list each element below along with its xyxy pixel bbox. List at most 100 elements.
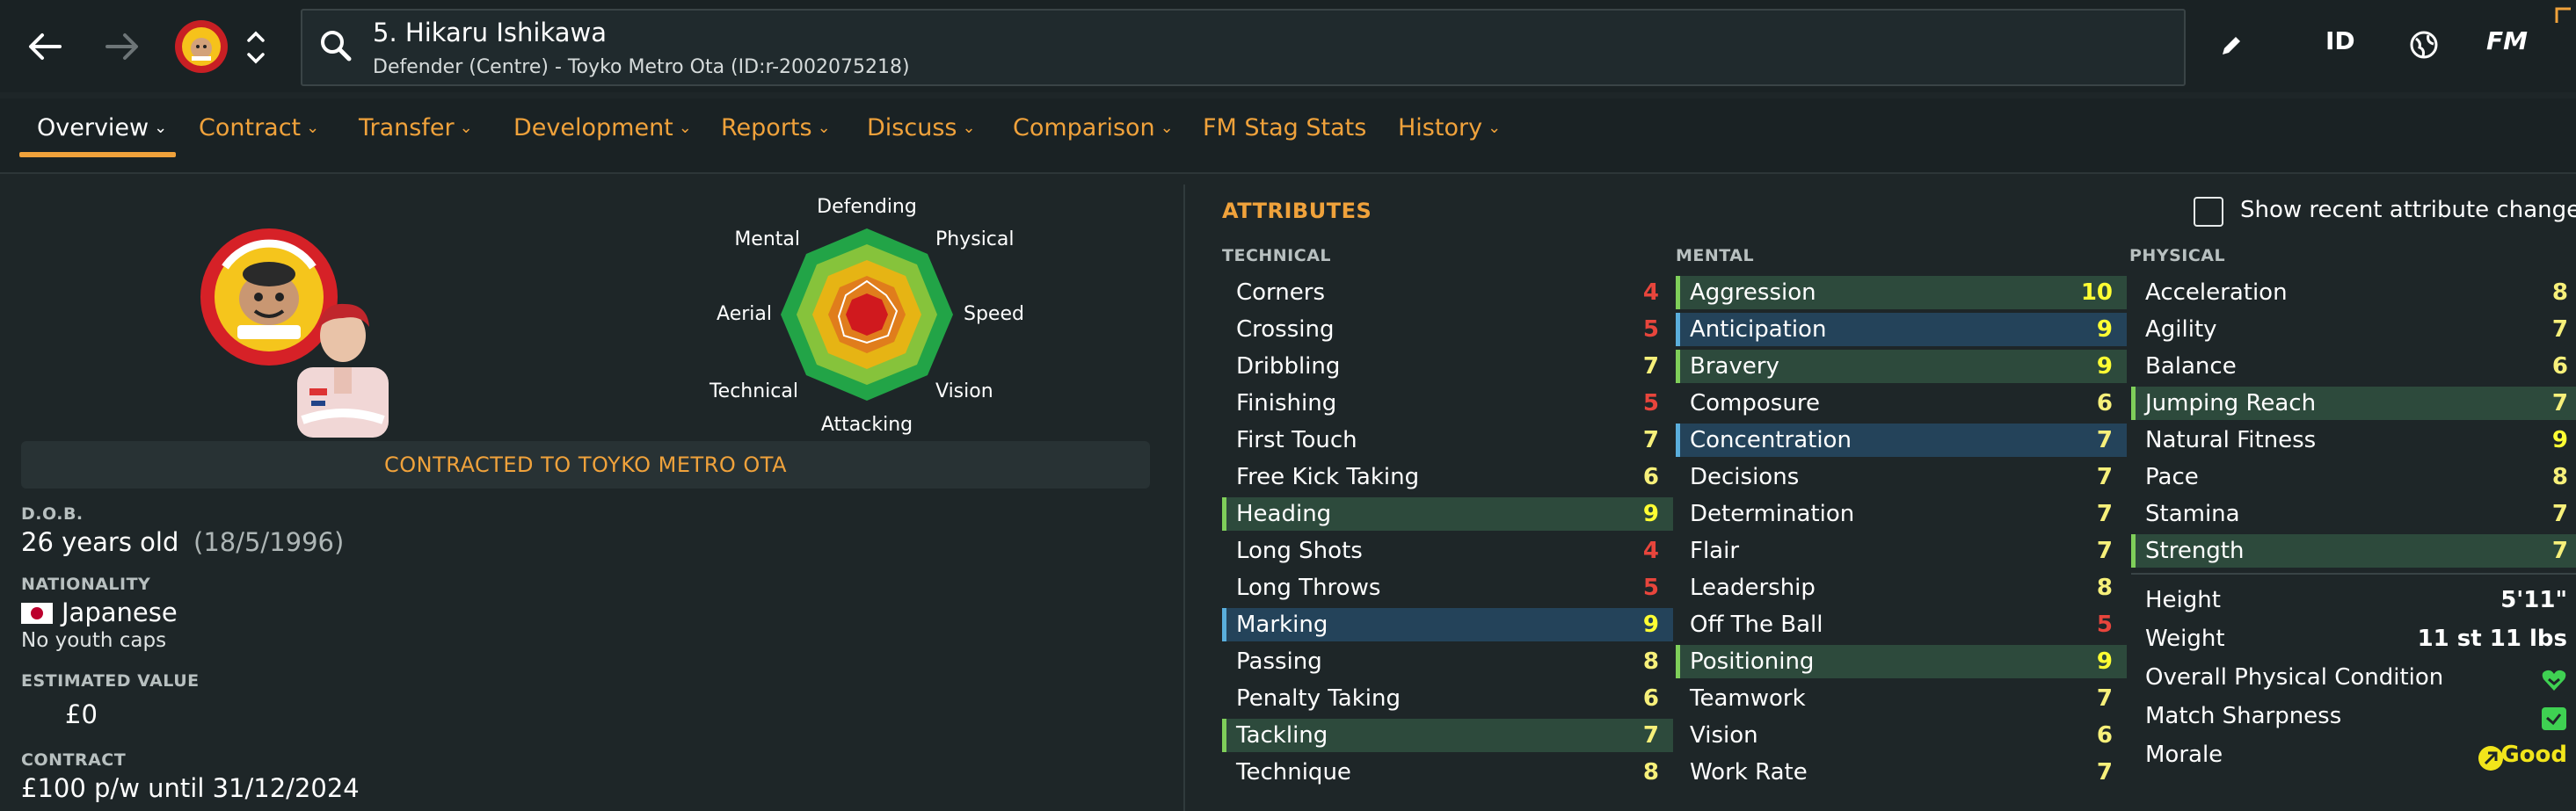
attribute-value: 6	[1642, 464, 1659, 490]
attribute-row-positioning[interactable]: Positioning 9	[1676, 645, 2127, 678]
club-badge-icon[interactable]	[174, 19, 229, 74]
tab-discuss[interactable]: Discuss ⌄	[867, 114, 976, 141]
attribute-name: Strength	[2145, 538, 2245, 564]
attribute-name: Technique	[1236, 759, 1351, 786]
weight-label: Weight	[2145, 626, 2225, 652]
attribute-row-agility[interactable]: Agility 7	[2131, 313, 2576, 346]
fm-menu-button[interactable]: FM	[2486, 26, 2528, 55]
attribute-row-bravery[interactable]: Bravery 9	[1676, 350, 2127, 383]
contract-label: CONTRACT	[21, 750, 127, 770]
attribute-row-natural-fitness[interactable]: Natural Fitness 9	[2131, 424, 2576, 457]
attribute-row-teamwork[interactable]: Teamwork 7	[1676, 682, 2127, 715]
attribute-highlight-bar	[1676, 387, 1680, 420]
attribute-highlight-bar	[1222, 645, 1226, 678]
tab-reports[interactable]: Reports ⌄	[721, 114, 831, 141]
attribute-highlight-bar	[2131, 350, 2136, 383]
match-sharpness-label: Match Sharpness	[2145, 703, 2342, 729]
player-switch-chevrons-icon[interactable]	[244, 28, 267, 67]
search-icon[interactable]	[318, 28, 353, 63]
edit-pencil-icon[interactable]	[2219, 33, 2244, 58]
attribute-row-balance[interactable]: Balance 6	[2131, 350, 2576, 383]
attribute-value: 8	[2551, 464, 2568, 490]
attribute-name: Natural Fitness	[2145, 427, 2317, 453]
attribute-row-off-the-ball[interactable]: Off The Ball 5	[1676, 608, 2127, 641]
attribute-value: 7	[2551, 316, 2568, 343]
back-arrow-icon[interactable]	[25, 26, 65, 67]
attribute-row-vision[interactable]: Vision 6	[1676, 719, 2127, 752]
attribute-row-corners[interactable]: Corners 4	[1222, 276, 1673, 309]
estimated-value: £0	[65, 699, 98, 729]
attribute-value: 5	[2096, 612, 2113, 638]
attribute-row-penalty-taking[interactable]: Penalty Taking 6	[1222, 682, 1673, 715]
attribute-value: 6	[1642, 685, 1659, 712]
attribute-highlight-bar	[1676, 497, 1680, 531]
attribute-row-first-touch[interactable]: First Touch 7	[1222, 424, 1673, 457]
forward-arrow-icon[interactable]	[102, 26, 142, 67]
contract-value: £100 p/w until 31/12/2024	[21, 773, 360, 803]
attribute-name: Determination	[1690, 501, 1855, 527]
attribute-name: Vision	[1690, 722, 1758, 749]
attribute-name: Heading	[1236, 501, 1332, 527]
attribute-row-tackling[interactable]: Tackling 7	[1222, 719, 1673, 752]
player-search-box[interactable]: 5. Hikaru Ishikawa Defender (Centre) - T…	[301, 9, 2186, 86]
globe-icon[interactable]	[2409, 30, 2439, 60]
height-label: Height	[2145, 587, 2221, 613]
attribute-value: 7	[2096, 538, 2113, 564]
attribute-highlight-bar	[2131, 460, 2136, 494]
tab-development[interactable]: Development ⌄	[513, 114, 692, 141]
attribute-row-marking[interactable]: Marking 9	[1222, 608, 1673, 641]
tab-transfer[interactable]: Transfer ⌄	[359, 114, 473, 141]
attribute-row-long-throws[interactable]: Long Throws 5	[1222, 571, 1673, 605]
attribute-highlight-bar	[1222, 424, 1226, 457]
tab-contract[interactable]: Contract ⌄	[199, 114, 319, 141]
recent-changes-checkbox[interactable]	[2194, 197, 2223, 227]
attribute-row-composure[interactable]: Composure 6	[1676, 387, 2127, 420]
attribute-value: 8	[1642, 648, 1659, 675]
attribute-value: 8	[2096, 575, 2113, 601]
attribute-name: Leadership	[1690, 575, 1816, 601]
attribute-highlight-bar	[1676, 719, 1680, 752]
attribute-row-anticipation[interactable]: Anticipation 9	[1676, 313, 2127, 346]
attribute-name: Agility	[2145, 316, 2217, 343]
id-button[interactable]: ID	[2325, 26, 2355, 55]
attribute-row-long-shots[interactable]: Long Shots 4	[1222, 534, 1673, 568]
attribute-row-free-kick-taking[interactable]: Free Kick Taking 6	[1222, 460, 1673, 494]
attribute-name: Marking	[1236, 612, 1328, 638]
height-value: 5'11"	[2500, 587, 2567, 613]
tab-history[interactable]: History ⌄	[1398, 114, 1501, 141]
attribute-row-passing[interactable]: Passing 8	[1222, 645, 1673, 678]
attribute-row-aggression[interactable]: Aggression 10	[1676, 276, 2127, 309]
weight-value: 11 st 11 lbs	[2417, 626, 2567, 652]
tab-comparison[interactable]: Comparison ⌄	[1013, 114, 1174, 141]
attribute-row-dribbling[interactable]: Dribbling 7	[1222, 350, 1673, 383]
attribute-row-concentration[interactable]: Concentration 7	[1676, 424, 2127, 457]
dob-label: D.O.B.	[21, 504, 84, 524]
attribute-row-finishing[interactable]: Finishing 5	[1222, 387, 1673, 420]
sharpness-check-icon	[2542, 707, 2566, 730]
attribute-row-decisions[interactable]: Decisions 7	[1676, 460, 2127, 494]
attribute-row-crossing[interactable]: Crossing 5	[1222, 313, 1673, 346]
attribute-row-leadership[interactable]: Leadership 8	[1676, 571, 2127, 605]
attribute-row-pace[interactable]: Pace 8	[2131, 460, 2576, 494]
mental-column-heading: MENTAL	[1676, 246, 1755, 265]
attribute-highlight-bar	[2131, 387, 2136, 420]
attribute-row-acceleration[interactable]: Acceleration 8	[2131, 276, 2576, 309]
attribute-name: Off The Ball	[1690, 612, 1823, 638]
tab-fm-stag-stats[interactable]: FM Stag Stats	[1203, 114, 1366, 141]
attribute-row-work-rate[interactable]: Work Rate 7	[1676, 756, 2127, 789]
recent-changes-label[interactable]: Show recent attribute changes	[2240, 197, 2576, 223]
nationality-value[interactable]: Japanese	[62, 597, 178, 627]
radar-label-defending: Defending	[817, 196, 917, 218]
attribute-value: 4	[1642, 279, 1659, 306]
attribute-highlight-bar	[1222, 608, 1226, 641]
attribute-row-flair[interactable]: Flair 7	[1676, 534, 2127, 568]
attribute-row-technique[interactable]: Technique 8	[1222, 756, 1673, 789]
attribute-row-strength[interactable]: Strength 7	[2131, 534, 2576, 568]
tab-overview[interactable]: Overview ⌄	[37, 114, 167, 141]
attribute-row-heading[interactable]: Heading 9	[1222, 497, 1673, 531]
attribute-value: 6	[2096, 722, 2113, 749]
panel-divider	[1183, 185, 1185, 811]
attribute-row-jumping-reach[interactable]: Jumping Reach 7	[2131, 387, 2576, 420]
attribute-row-determination[interactable]: Determination 7	[1676, 497, 2127, 531]
attribute-row-stamina[interactable]: Stamina 7	[2131, 497, 2576, 531]
